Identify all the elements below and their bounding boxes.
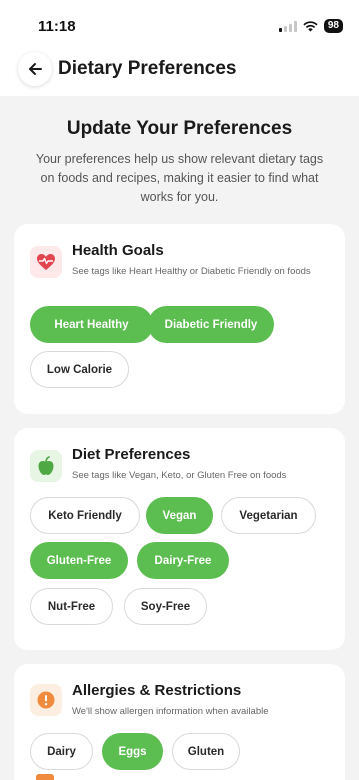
health-goals-description: See tags like Heart Healthy or Diabetic … — [72, 266, 311, 277]
chip-vegetarian[interactable]: Vegetarian — [221, 497, 316, 534]
diet-preferences-card: Diet Preferences See tags like Vegan, Ke… — [14, 428, 345, 650]
chip-low-calorie[interactable]: Low Calorie — [30, 351, 129, 388]
next-section-icon — [36, 774, 54, 780]
allergies-title: Allergies & Restrictions — [72, 682, 242, 699]
alert-icon — [30, 684, 62, 716]
diet-preferences-title: Diet Preferences — [72, 446, 191, 463]
section-description: Your preferences help us show relevant d… — [35, 152, 324, 204]
health-goals-card: Health Goals See tags like Heart Healthy… — [14, 224, 345, 414]
apple-icon — [30, 450, 62, 482]
chip-dairy[interactable]: Dairy — [30, 733, 93, 770]
chip-nut-free[interactable]: Nut-Free — [30, 588, 113, 625]
allergies-card: Allergies & Restrictions We'll show alle… — [14, 664, 345, 780]
page-title: Dietary Preferences — [58, 58, 237, 79]
health-goals-title: Health Goals — [72, 242, 164, 259]
status-icons: 98 — [278, 19, 343, 33]
chip-gluten-free[interactable]: Gluten-Free — [30, 542, 128, 579]
battery-indicator: 98 — [323, 19, 343, 33]
heart-pulse-icon — [30, 246, 62, 278]
allergies-description: We'll show allergen information when ava… — [72, 706, 269, 717]
diet-preferences-description: See tags like Vegan, Keto, or Gluten Fre… — [72, 470, 287, 481]
chip-eggs[interactable]: Eggs — [102, 733, 163, 770]
chip-soy-free[interactable]: Soy-Free — [124, 588, 207, 625]
signal-icon — [278, 20, 297, 32]
wifi-icon — [303, 20, 318, 32]
status-bar: 11:18 98 — [0, 0, 359, 44]
status-time: 11:18 — [38, 18, 76, 35]
chip-gluten[interactable]: Gluten — [172, 733, 240, 770]
back-button[interactable] — [18, 52, 52, 86]
chip-vegan[interactable]: Vegan — [146, 497, 213, 534]
chip-heart-healthy[interactable]: Heart Healthy — [30, 306, 153, 343]
chip-diabetic-friendly[interactable]: Diabetic Friendly — [148, 306, 274, 343]
chip-keto-friendly[interactable]: Keto Friendly — [30, 497, 140, 534]
arrow-left-icon — [29, 63, 42, 75]
chip-dairy-free[interactable]: Dairy-Free — [137, 542, 229, 579]
nav-bar: Dietary Preferences — [0, 44, 359, 96]
section-heading: Update Your Preferences — [66, 118, 293, 139]
